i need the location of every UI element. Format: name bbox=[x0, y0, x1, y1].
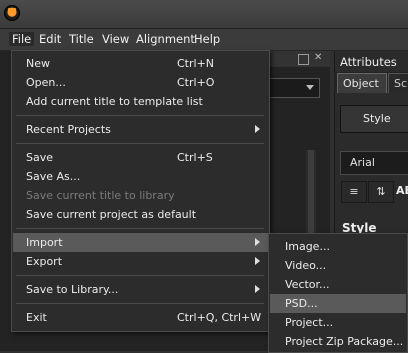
submenu-item-label: PSD... bbox=[285, 297, 318, 310]
submenu-item-label: Project Zip Package... bbox=[285, 335, 404, 348]
menu-item-label: Save bbox=[26, 151, 54, 164]
tab-object-label: Object bbox=[343, 77, 379, 90]
tab-scene[interactable]: Sc bbox=[388, 73, 408, 93]
menu-item-label: Save to Library... bbox=[26, 283, 119, 296]
file-menu-dropdown: New Ctrl+N Open... Ctrl+O Add current ti… bbox=[11, 50, 270, 332]
import-submenu: Image... Video... Vector... PSD... Proje… bbox=[268, 233, 408, 353]
menu-item-open[interactable]: Open... Ctrl+O bbox=[13, 73, 268, 92]
menu-separator bbox=[16, 228, 264, 229]
submenu-item-project[interactable]: Project... bbox=[270, 313, 406, 332]
menu-item-label: New bbox=[26, 57, 50, 70]
submenu-arrow-icon bbox=[255, 285, 260, 293]
align-left-icon[interactable]: ≡ bbox=[341, 181, 367, 203]
menu-item-save-title-to-library: Save current title to library bbox=[13, 186, 268, 205]
menu-item-export[interactable]: Export bbox=[13, 252, 268, 271]
submenu-arrow-icon bbox=[255, 238, 260, 246]
app-logo-icon bbox=[4, 5, 20, 21]
panel-header: ✕ bbox=[268, 51, 330, 68]
menu-item-label: Recent Projects bbox=[26, 123, 111, 136]
style-button-label: Style bbox=[363, 112, 391, 125]
menu-item-save-to-library[interactable]: Save to Library... bbox=[13, 280, 268, 299]
style-button[interactable]: Style bbox=[340, 105, 408, 133]
text-caps-icon[interactable]: AB bbox=[396, 184, 408, 197]
font-family-value: Arial bbox=[350, 156, 375, 169]
float-panel-icon[interactable] bbox=[298, 54, 309, 65]
submenu-item-label: Project... bbox=[285, 316, 334, 329]
submenu-item-video[interactable]: Video... bbox=[270, 256, 406, 275]
title-bar bbox=[0, 0, 408, 29]
menu-item-label: Save current title to library bbox=[26, 189, 175, 202]
menu-item-recent-projects[interactable]: Recent Projects bbox=[13, 120, 268, 139]
menu-separator bbox=[16, 143, 264, 144]
menu-item-shortcut: Ctrl+N bbox=[177, 57, 215, 70]
submenu-arrow-icon bbox=[255, 125, 260, 133]
menu-item-add-to-template-list[interactable]: Add current title to template list bbox=[13, 92, 268, 111]
menu-item-save-as[interactable]: Save As... bbox=[13, 167, 268, 186]
menu-item-exit[interactable]: Exit Ctrl+Q, Ctrl+W bbox=[13, 308, 268, 327]
menu-separator bbox=[16, 275, 264, 276]
submenu-item-label: Video... bbox=[285, 259, 327, 272]
submenu-item-label: Vector... bbox=[285, 278, 330, 291]
menu-edit[interactable]: Edit bbox=[39, 32, 61, 46]
menu-item-label: Open... bbox=[26, 76, 66, 89]
menu-help[interactable]: Help bbox=[194, 32, 220, 46]
menu-item-save-project-default[interactable]: Save current project as default bbox=[13, 205, 268, 224]
menu-item-label: Add current title to template list bbox=[26, 95, 203, 108]
submenu-item-label: Image... bbox=[285, 240, 330, 253]
menu-separator bbox=[16, 115, 264, 116]
attributes-title: Attributes bbox=[340, 55, 397, 69]
submenu-item-image[interactable]: Image... bbox=[270, 237, 406, 256]
menu-item-label: Export bbox=[26, 255, 63, 268]
menu-item-label: Import bbox=[26, 236, 63, 249]
align-vertical-icon[interactable]: ⇅ bbox=[368, 181, 394, 203]
submenu-item-psd[interactable]: PSD... bbox=[270, 294, 406, 313]
menu-item-shortcut: Ctrl+S bbox=[177, 151, 213, 164]
menu-item-save[interactable]: Save Ctrl+S bbox=[13, 148, 268, 167]
submenu-item-project-zip[interactable]: Project Zip Package... bbox=[270, 332, 406, 351]
menu-item-label: Save current project as default bbox=[26, 208, 197, 221]
menu-alignment[interactable]: Alignment bbox=[136, 32, 195, 46]
menu-bar: File Edit Title View Alignment Help bbox=[0, 29, 408, 51]
panel-dropdown[interactable] bbox=[268, 78, 320, 98]
tab-object[interactable]: Object bbox=[337, 73, 387, 93]
menu-item-import[interactable]: Import bbox=[13, 233, 268, 252]
menu-item-new[interactable]: New Ctrl+N bbox=[13, 54, 268, 73]
menu-item-label: Save As... bbox=[26, 170, 81, 183]
menu-item-shortcut: Ctrl+Q, Ctrl+W bbox=[177, 311, 262, 324]
menu-item-label: Exit bbox=[26, 311, 47, 324]
close-panel-icon[interactable]: ✕ bbox=[314, 52, 323, 63]
menu-title[interactable]: Title bbox=[69, 32, 94, 46]
menu-view[interactable]: View bbox=[102, 32, 129, 46]
text-align-row: ≡ ⇅ AB bbox=[341, 181, 408, 203]
submenu-arrow-icon bbox=[255, 257, 260, 265]
menu-separator bbox=[16, 303, 264, 304]
menu-file[interactable]: File bbox=[9, 32, 35, 46]
tab-scene-label: Sc bbox=[394, 77, 408, 90]
font-family-field[interactable]: Arial bbox=[340, 151, 408, 175]
menu-item-shortcut: Ctrl+O bbox=[177, 76, 215, 89]
submenu-item-vector[interactable]: Vector... bbox=[270, 275, 406, 294]
